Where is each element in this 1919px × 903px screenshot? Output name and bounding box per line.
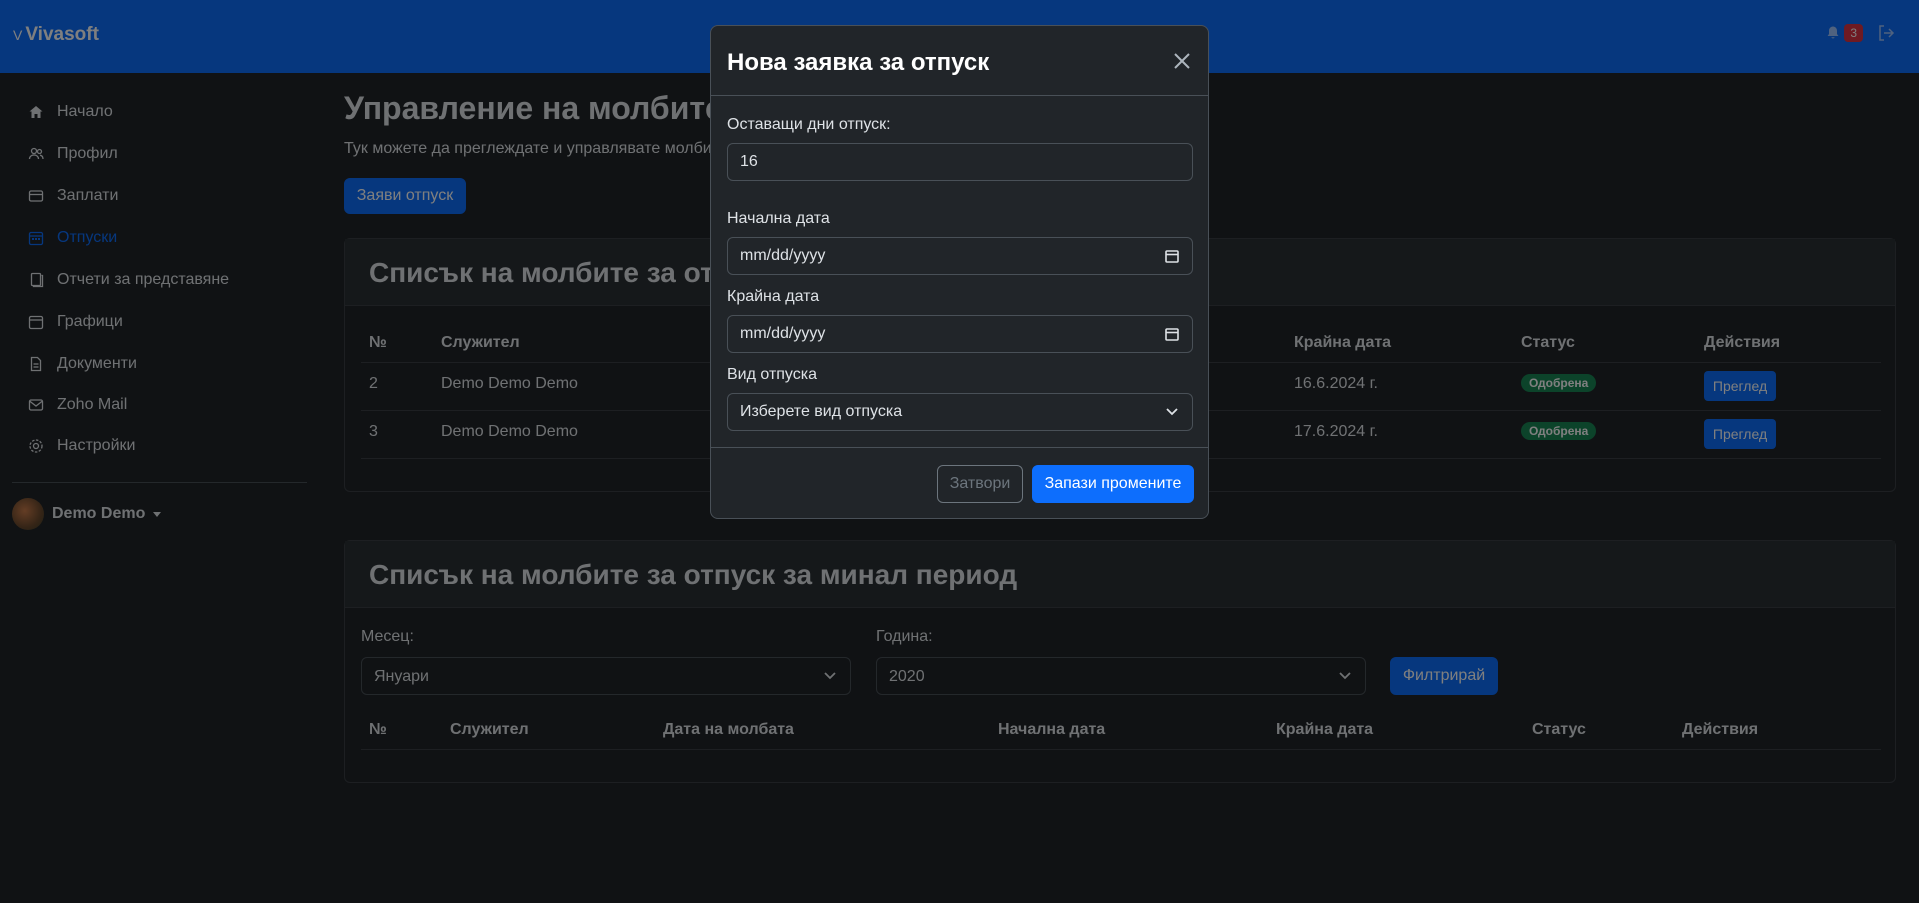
start-date-input[interactable]: mm/dd/yyyy: [727, 237, 1193, 275]
calendar-icon[interactable]: [1164, 326, 1180, 342]
remaining-days-label: Оставащи дни отпуск:: [727, 116, 891, 133]
end-date-label: Крайна дата: [727, 288, 820, 305]
save-changes-button[interactable]: Запази промените: [1032, 465, 1194, 503]
leave-type-select[interactable]: Изберете вид отпуска: [727, 393, 1193, 431]
remaining-days-value: 16: [740, 153, 758, 170]
leave-type-label: Вид отпуска: [727, 366, 817, 383]
close-modal-button[interactable]: Затвори: [937, 465, 1023, 503]
modal-header: Нова заявка за отпуск: [711, 26, 1208, 96]
modal-footer-divider: [711, 447, 1208, 448]
close-button[interactable]: [1170, 49, 1194, 73]
chevron-down-icon: [1166, 408, 1178, 416]
close-icon: [1174, 53, 1190, 69]
start-date-label: Начална дата: [727, 210, 830, 227]
leave-type-value: Изберете вид отпуска: [740, 403, 903, 420]
new-leave-modal: Нова заявка за отпуск Оставащи дни отпус…: [710, 25, 1209, 519]
modal-title: Нова заявка за отпуск: [727, 49, 990, 76]
end-date-input[interactable]: mm/dd/yyyy: [727, 315, 1193, 353]
end-date-placeholder: mm/dd/yyyy: [740, 325, 826, 342]
start-date-placeholder: mm/dd/yyyy: [740, 247, 826, 264]
remaining-days-field[interactable]: 16: [727, 143, 1193, 181]
calendar-icon[interactable]: [1164, 248, 1180, 264]
